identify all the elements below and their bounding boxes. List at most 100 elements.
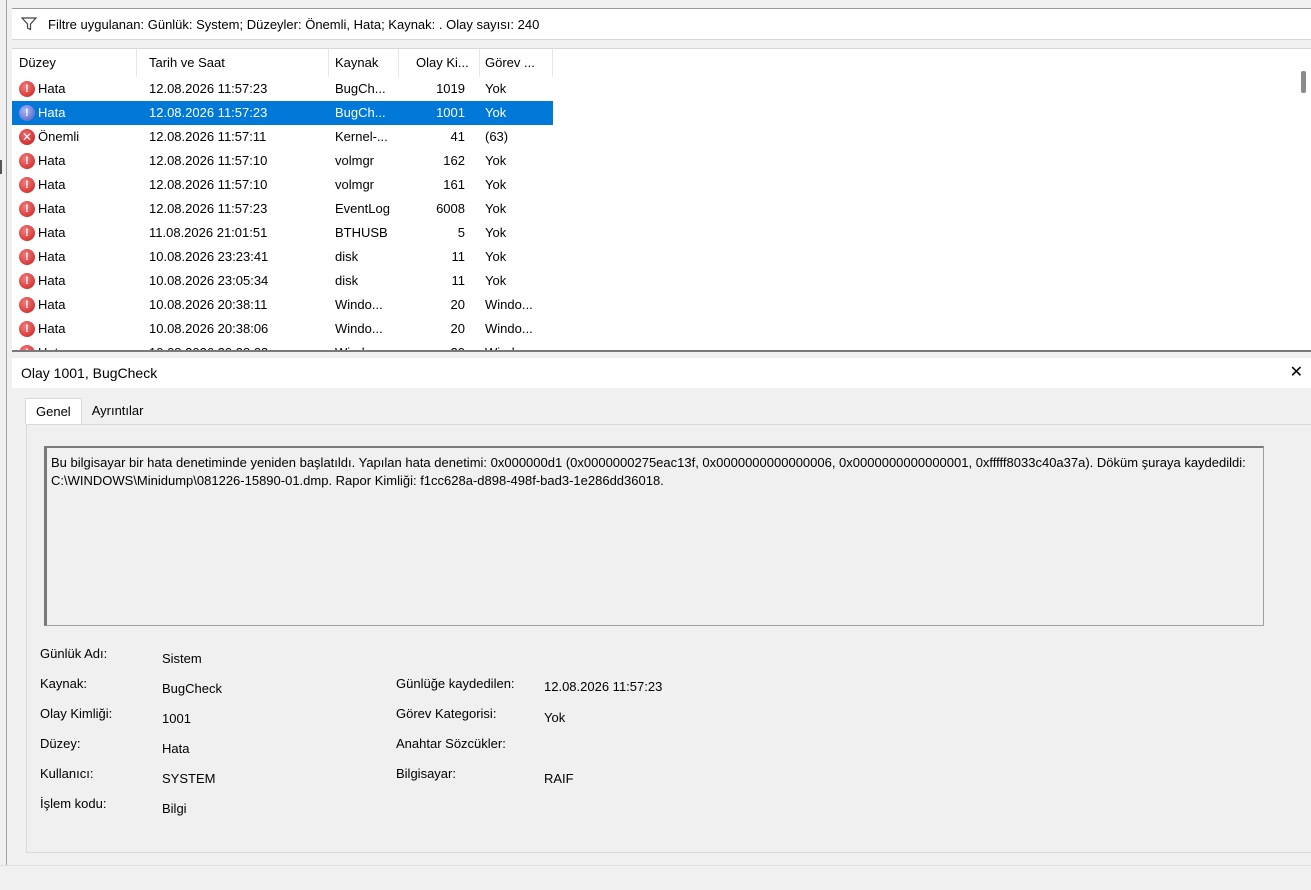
- opcode-value: Bilgi: [162, 801, 187, 816]
- source-value: BugCheck: [162, 681, 222, 696]
- user-value: SYSTEM: [162, 771, 216, 786]
- cell-task-category: Yok: [485, 153, 507, 168]
- event-list[interactable]: Düzey Tarih ve Saat Kaynak Olay Ki... Gö…: [12, 48, 1311, 351]
- cell-source: BTHUSB: [335, 225, 388, 240]
- table-row[interactable]: ! Hata 12.08.2026 11:57:10 volmgr 162 Yok: [12, 149, 553, 173]
- cell-task-category: Yok: [485, 225, 507, 240]
- column-header-level[interactable]: Düzey: [12, 49, 137, 77]
- logged-value: 12.08.2026 11:57:23: [544, 679, 663, 694]
- cell-event-id: 11: [451, 273, 466, 288]
- cell-event-id: 20: [450, 321, 465, 336]
- cell-task-category: Windo...: [485, 321, 533, 336]
- cell-date: 10.08.2026 23:23:41: [149, 249, 269, 264]
- logged-label: Günlüğe kaydedilen:: [396, 676, 515, 691]
- tab-details[interactable]: Ayrıntılar: [82, 400, 154, 424]
- error-icon: !: [19, 225, 35, 241]
- table-row[interactable]: ! Hata 11.08.2026 21:01:51 BTHUSB 5 Yok: [12, 221, 553, 245]
- table-row[interactable]: ! Hata 10.08.2026 23:05:34 disk 11 Yok: [12, 269, 553, 293]
- cell-level: !Hata: [19, 317, 137, 341]
- table-row[interactable]: ✕ Önemli 12.08.2026 11:57:11 Kernel-... 41 (6…: [12, 125, 553, 149]
- window-left-edge: [0, 0, 10, 890]
- cell-source: EventLog: [335, 201, 390, 216]
- error-icon: !: [19, 297, 35, 313]
- log-name-value: Sistem: [162, 651, 202, 666]
- level-text: Hata: [38, 81, 66, 96]
- cell-source: BugCh...: [335, 81, 386, 96]
- cell-event-id: 20: [450, 297, 465, 312]
- event-properties: Günlük Adı: Sistem Kaynak: BugCheck Olay…: [40, 646, 840, 846]
- critical-icon: ✕: [19, 129, 35, 145]
- level-text: Hata: [38, 177, 66, 192]
- cell-level: !Hata: [19, 269, 137, 293]
- level-text: Hata: [38, 153, 66, 168]
- level-text: Hata: [38, 321, 66, 336]
- close-icon[interactable]: ✕: [1290, 362, 1303, 382]
- left-border-line: [6, 0, 7, 890]
- status-strip: [0, 865, 1311, 890]
- error-icon: !: [19, 177, 35, 193]
- column-header-task-category[interactable]: Görev ...: [480, 49, 553, 77]
- level-text: Önemli: [38, 129, 80, 144]
- cell-level: !Hata: [19, 173, 137, 197]
- error-icon: !: [19, 201, 35, 217]
- cell-date: 12.08.2026 11:57:23: [149, 201, 268, 216]
- cell-source: BugCh...: [335, 105, 386, 120]
- cell-event-id: 41: [450, 129, 465, 144]
- table-row[interactable]: ! Hata 10.08.2026 20:38:06 Windo... 20 Windo.…: [12, 317, 553, 341]
- cell-source: Kernel-...: [335, 129, 388, 144]
- cell-task-category: Yok: [485, 273, 507, 288]
- level-text: Hata: [38, 249, 66, 264]
- cell-task-category: Yok: [485, 201, 507, 216]
- cell-source: disk: [335, 249, 359, 264]
- cell-source: Windo...: [335, 297, 383, 312]
- list-vertical-scrollbar[interactable]: [1294, 49, 1311, 351]
- opcode-label: İşlem kodu:: [40, 796, 107, 811]
- scrollbar-thumb[interactable]: [1301, 71, 1306, 93]
- cell-level: !Hata: [19, 77, 137, 101]
- table-row[interactable]: ! Hata 10.08.2026 23:23:41 disk 11 Yok: [12, 245, 553, 269]
- cell-date: 10.08.2026 20:38:06: [149, 321, 269, 336]
- level-text: Hata: [38, 273, 66, 288]
- cell-level: !Hata: [19, 197, 137, 221]
- cell-task-category: Yok: [485, 249, 507, 264]
- cell-level: !Hata: [19, 149, 137, 173]
- cell-level: !Hata: [19, 293, 137, 317]
- cell-event-id: 161: [443, 177, 465, 192]
- table-row[interactable]: ! Hata 12.08.2026 11:57:23 BugCh... 1019 Yok: [12, 77, 553, 101]
- cell-task-category: Yok: [485, 177, 507, 192]
- cell-date: 12.08.2026 11:57:23: [149, 81, 268, 96]
- cell-source: volmgr: [335, 177, 375, 192]
- event-id-label: Olay Kimliği:: [40, 706, 113, 721]
- column-header-event-id[interactable]: Olay Ki...: [399, 49, 480, 77]
- level-label: Düzey:: [40, 736, 81, 751]
- event-description[interactable]: Bu bilgisayar bir hata denetiminde yenid…: [44, 446, 1264, 626]
- cell-task-category: (63): [485, 129, 509, 144]
- source-label: Kaynak:: [40, 676, 87, 691]
- tab-general[interactable]: Genel: [25, 398, 82, 424]
- cell-task-category: Windo...: [485, 297, 533, 312]
- level-text: Hata: [38, 225, 66, 240]
- event-list-header: Düzey Tarih ve Saat Kaynak Olay Ki... Gö…: [12, 49, 1311, 77]
- computer-label: Bilgisayar:: [396, 766, 456, 781]
- column-header-source[interactable]: Kaynak: [329, 49, 399, 77]
- computer-value: RAIF: [544, 771, 574, 786]
- event-id-value: 1001: [162, 711, 191, 726]
- user-label: Kullanıcı:: [40, 766, 94, 781]
- error-icon: !: [19, 321, 35, 337]
- table-row[interactable]: ! Hata 10.08.2026 20:38:11 Windo... 20 Windo.…: [12, 293, 553, 317]
- table-row[interactable]: ! Hata 12.08.2026 11:57:10 volmgr 161 Yok: [12, 173, 553, 197]
- cell-date: 10.08.2026 23:05:34: [149, 273, 269, 288]
- level-value: Hata: [162, 741, 190, 756]
- filter-bar: Filtre uygulanan: Günlük: System; Düzeyl…: [12, 8, 1311, 40]
- pane-splitter[interactable]: [12, 350, 1311, 352]
- table-row[interactable]: ! Hata 12.08.2026 11:57:23 BugCh... 1001 Yok: [12, 101, 553, 125]
- cell-event-id: 5: [457, 225, 465, 240]
- cell-event-id: 11: [451, 249, 466, 264]
- column-header-date[interactable]: Tarih ve Saat: [137, 49, 329, 77]
- table-row[interactable]: ! Hata 12.08.2026 11:57:23 EventLog 6008 Yok: [12, 197, 553, 221]
- event-detail-header: Olay 1001, BugCheck ✕: [12, 358, 1311, 388]
- cell-date: 12.08.2026 11:57:23: [149, 105, 268, 120]
- error-icon: !: [19, 153, 35, 169]
- left-border-tick: [0, 160, 2, 174]
- cell-event-id: 1019: [436, 81, 465, 96]
